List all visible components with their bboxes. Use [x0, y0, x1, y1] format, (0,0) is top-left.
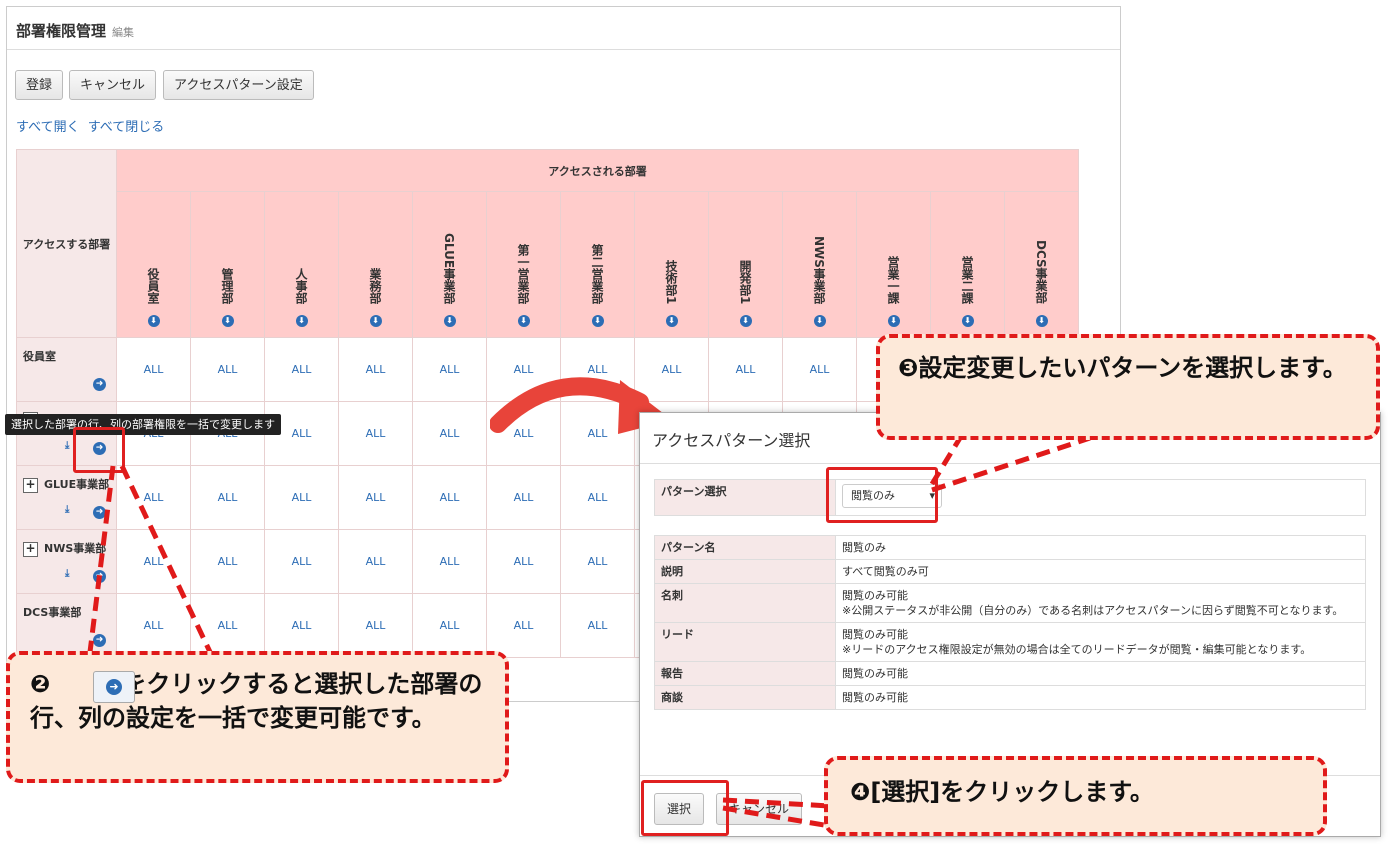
callout-step2: ❷ をクリックすると選択した部署の行、列の設定を一括で変更可能です。 ➜: [6, 651, 509, 783]
row-action-icon: ➜: [93, 671, 135, 703]
callout-step4: ❹[選択]をクリックします。: [824, 756, 1327, 836]
callout-step3: ❸設定変更したいパターンを選択します。: [876, 334, 1380, 440]
